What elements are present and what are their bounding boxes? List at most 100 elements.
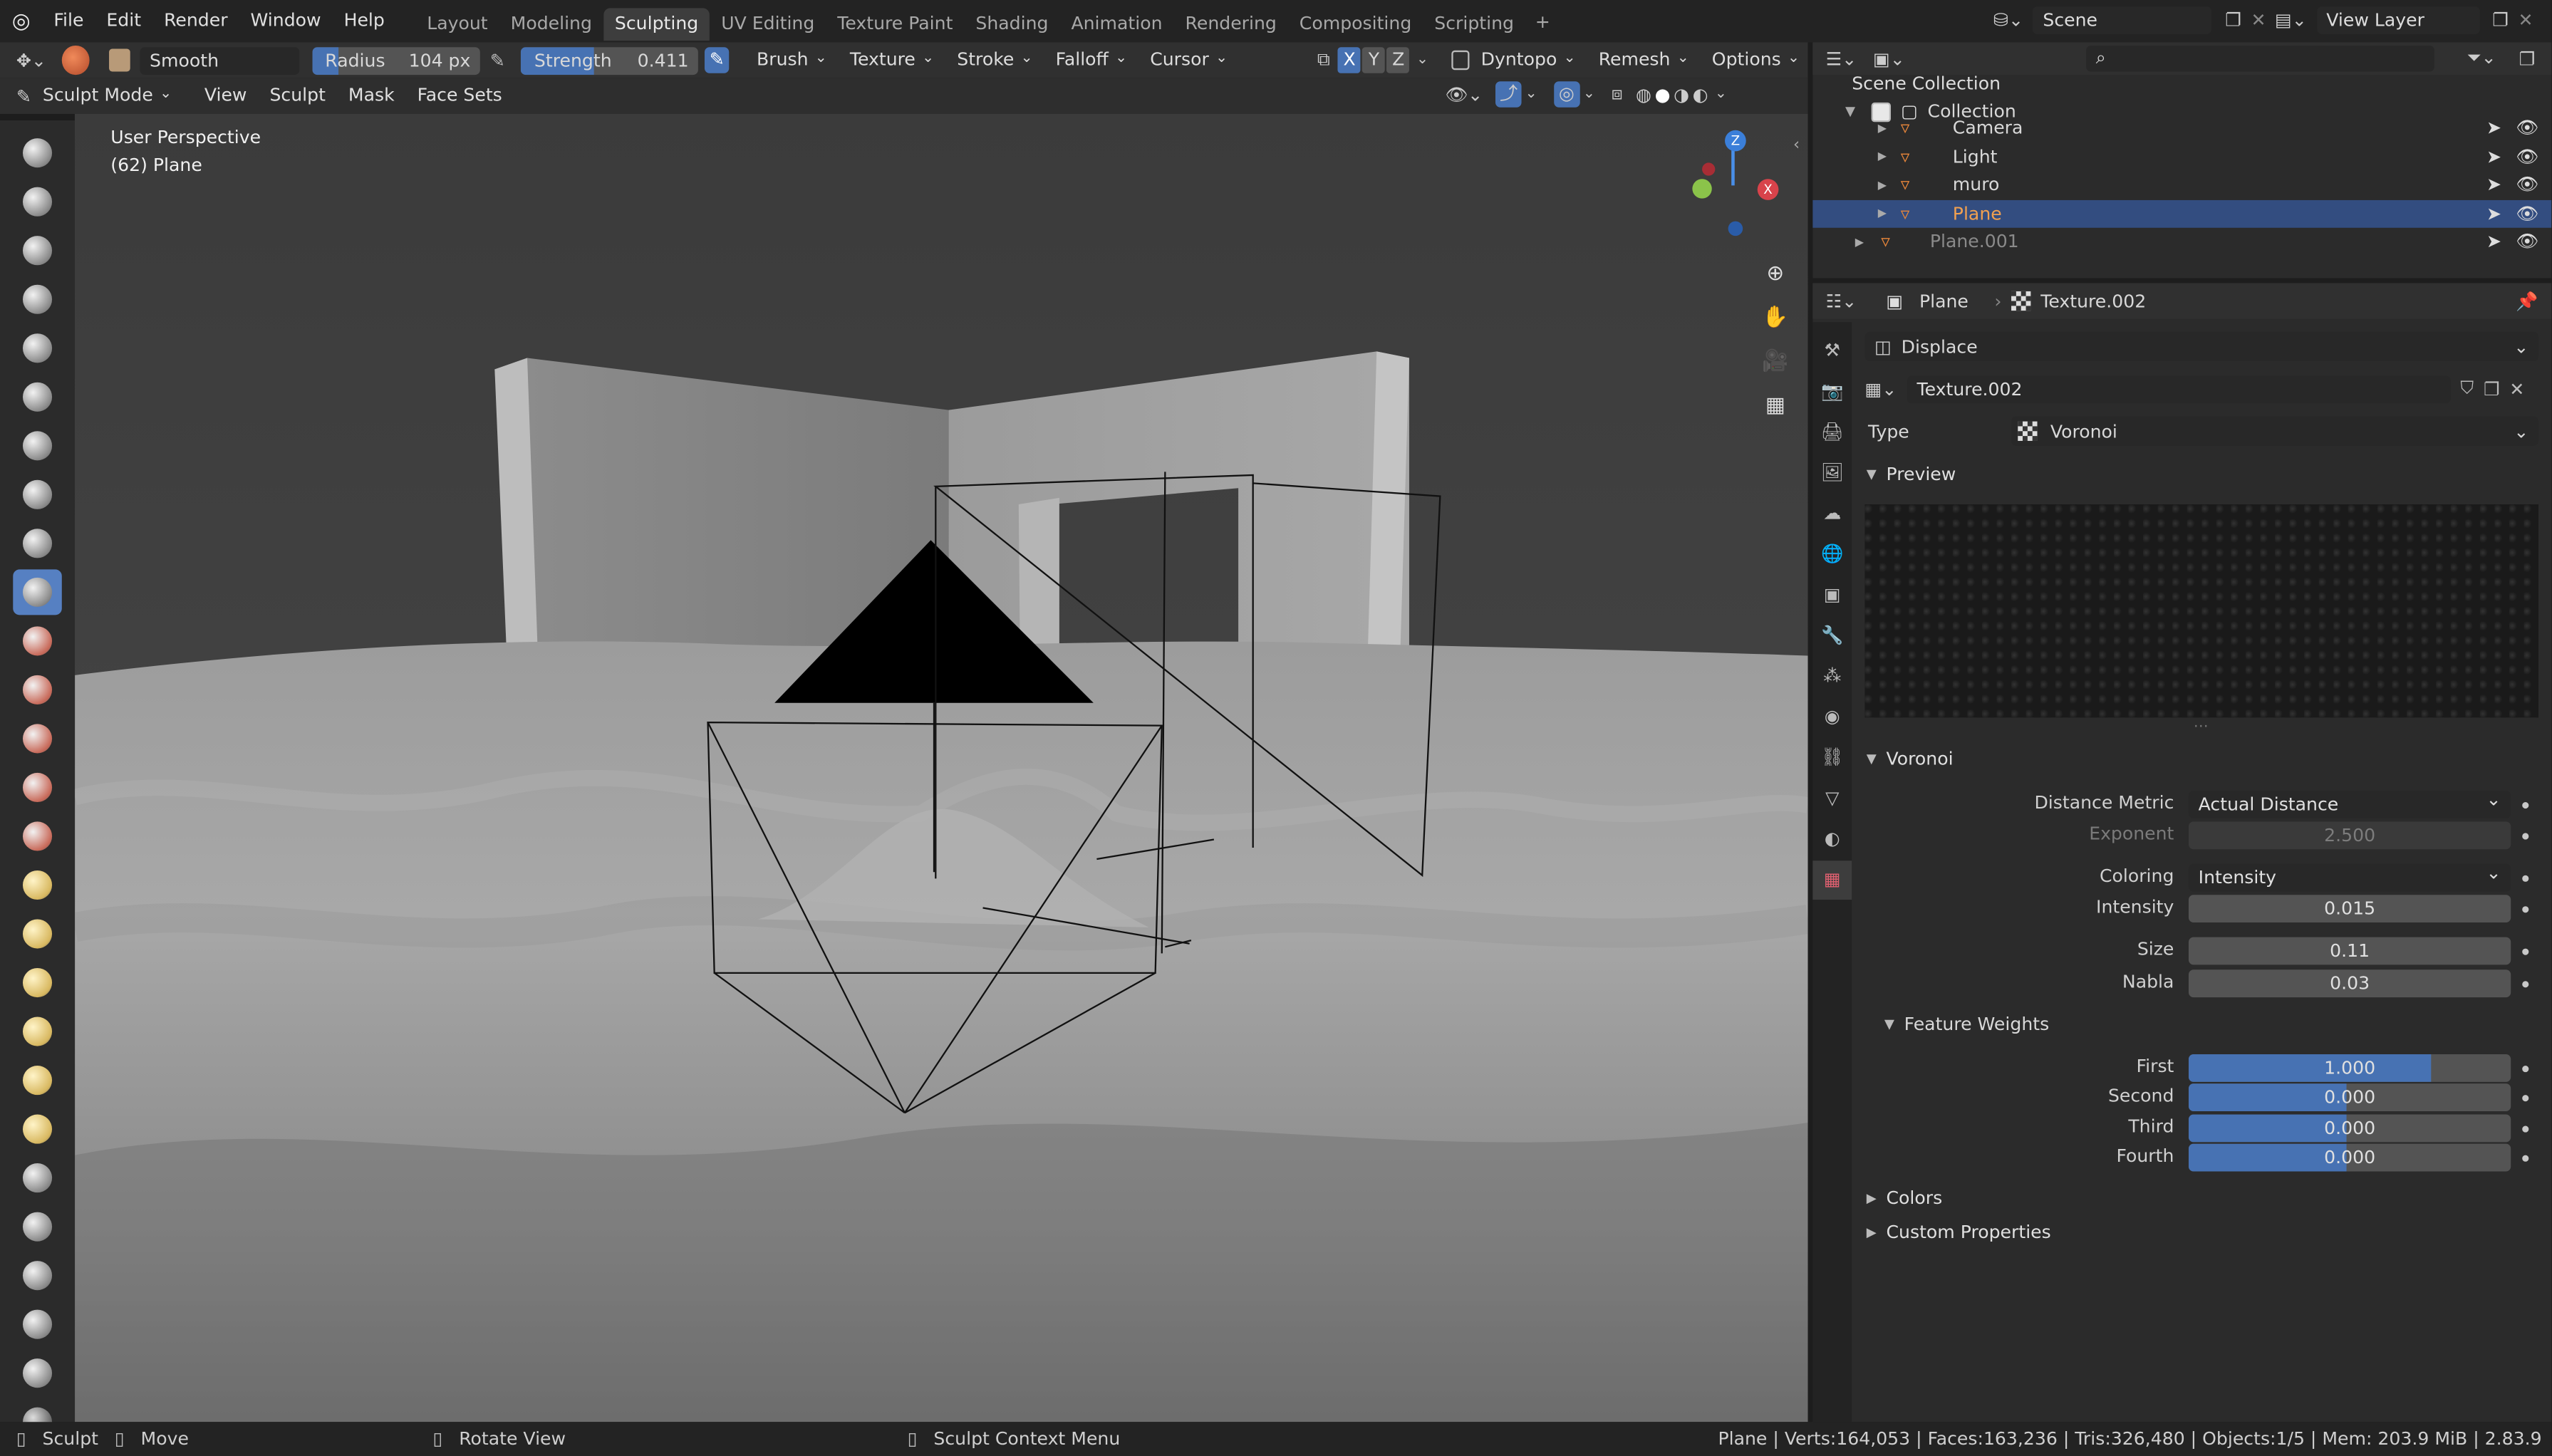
- radius-slider[interactable]: Radius 104 px: [312, 46, 481, 74]
- keyframe-dot-icon[interactable]: [2522, 875, 2529, 882]
- prop-field-intensity[interactable]: 0.015: [2188, 895, 2511, 923]
- prop-tab-physics-icon[interactable]: ◉: [1812, 698, 1852, 737]
- tab-animation[interactable]: Animation: [1059, 8, 1173, 41]
- outliner-item-plane[interactable]: ▶ ▿ Plane ➤ 👁: [1812, 199, 2552, 227]
- tab-texture-paint[interactable]: Texture Paint: [826, 8, 964, 41]
- outliner-item-camera[interactable]: ▶ ▿ Camera ➤ 👁: [1812, 114, 2551, 142]
- tool-layer-icon[interactable]: [13, 374, 62, 420]
- outliner-item-plane-001[interactable]: ▶ ▿ Plane.001 ➤ 👁: [1812, 228, 2551, 256]
- texture-browse-icon[interactable]: ▦⌄: [1864, 378, 1900, 400]
- visibility-icon[interactable]: 👁⌄: [1445, 84, 1483, 105]
- tab-shading[interactable]: Shading: [964, 8, 1059, 41]
- solid-shading-icon[interactable]: ●: [1655, 84, 1671, 105]
- prop-tab-output-icon[interactable]: 🖨: [1812, 413, 1852, 452]
- voronoi-section-header[interactable]: ▼ Voronoi: [1855, 742, 2552, 778]
- tool-nudge-icon[interactable]: [13, 1106, 62, 1152]
- zoom-icon[interactable]: ⊕: [1759, 252, 1792, 296]
- brush-preview-icon[interactable]: [62, 45, 90, 76]
- prop-tab-tool-icon[interactable]: ⚒: [1812, 332, 1852, 371]
- select-arrow-icon[interactable]: ➤: [2486, 117, 2501, 138]
- breadcrumb-texture[interactable]: Texture.002: [2040, 291, 2146, 312]
- tool-pose-icon[interactable]: [13, 1058, 62, 1103]
- tool-blob-icon[interactable]: [13, 472, 62, 517]
- tool-fill-icon[interactable]: [13, 667, 62, 712]
- remesh-dropdown[interactable]: Remesh: [1590, 46, 1697, 75]
- symmetry-icon[interactable]: ⧉: [1317, 49, 1330, 72]
- expand-arrow-icon[interactable]: ▶: [1878, 150, 1887, 162]
- options-dropdown[interactable]: Options: [1703, 46, 1807, 75]
- preview-resize-handle-icon[interactable]: ⋯: [2194, 719, 2209, 736]
- keyframe-dot-icon[interactable]: [2522, 802, 2529, 809]
- prop-tab-particles-icon[interactable]: ⁂: [1812, 657, 1852, 697]
- select-arrow-icon[interactable]: ➤: [2486, 202, 2501, 224]
- tab-scripting[interactable]: Scripting: [1423, 8, 1525, 41]
- colors-section-header[interactable]: ▶ Colors: [1855, 1181, 2552, 1217]
- symmetry-y-toggle[interactable]: Y: [1362, 47, 1386, 73]
- preview-section-header[interactable]: ▼ Preview: [1855, 457, 2552, 493]
- texture-type-dropdown[interactable]: Voronoi ⌄: [2011, 416, 2539, 446]
- x-axis-icon[interactable]: X: [1757, 179, 1779, 200]
- outliner-editor-icon[interactable]: ☰⌄: [1826, 48, 1857, 69]
- prop-field-coloring[interactable]: Intensity: [2188, 863, 2511, 892]
- sidebar-toggle-icon[interactable]: ‹: [1793, 137, 1800, 155]
- visibility-eye-icon[interactable]: 👁: [2516, 231, 2538, 252]
- custom-properties-header[interactable]: ▶ Custom Properties: [1855, 1215, 2552, 1251]
- tab-sculpting[interactable]: Sculpting: [603, 8, 710, 41]
- prop-field-distance-metric[interactable]: Actual Distance: [2188, 791, 2511, 818]
- keyframe-dot-icon[interactable]: [2522, 1125, 2529, 1133]
- axes-dropdown-icon[interactable]: ⌄: [1416, 52, 1428, 68]
- add-workspace-icon[interactable]: +: [1535, 11, 1550, 32]
- visibility-eye-icon[interactable]: 👁: [2516, 174, 2538, 195]
- scene-selector[interactable]: ⛁⌄ Scene ❐ ✕: [1993, 6, 2266, 34]
- select-arrow-icon[interactable]: ➤: [2486, 145, 2501, 167]
- navigation-gizmo[interactable]: Z X: [1686, 127, 1783, 241]
- rendered-shading-icon[interactable]: ◐: [1693, 84, 1708, 105]
- visibility-eye-icon[interactable]: 👁: [2516, 145, 2538, 167]
- prop-field-nabla[interactable]: 0.03: [2188, 969, 2511, 998]
- brush-name-field[interactable]: Smooth: [140, 46, 299, 74]
- outliner-item-muro[interactable]: ▶ ▿ muro ➤ 👁: [1812, 171, 2551, 199]
- expand-arrow-icon[interactable]: ▶: [1878, 178, 1887, 191]
- weight-slider-fourth[interactable]: 0.000: [2188, 1143, 2511, 1172]
- tool-scrape-icon[interactable]: [13, 716, 62, 761]
- keyframe-dot-icon[interactable]: [2522, 1155, 2529, 1162]
- visibility-eye-icon[interactable]: 👁: [2516, 202, 2538, 224]
- symmetry-z-toggle[interactable]: Z: [1386, 47, 1410, 73]
- weight-slider-second[interactable]: 0.000: [2188, 1083, 2511, 1111]
- z-axis-icon[interactable]: Z: [1725, 130, 1746, 152]
- prop-tab-texture-icon[interactable]: ▦: [1812, 860, 1852, 900]
- tab-uv-editing[interactable]: UV Editing: [710, 8, 826, 41]
- xray-icon[interactable]: ⧈: [1612, 83, 1623, 105]
- strength-slider[interactable]: Strength 0.411: [521, 46, 699, 74]
- overlay-icon[interactable]: ◎: [1553, 81, 1580, 108]
- pin-icon[interactable]: 📌: [2516, 291, 2538, 312]
- pan-hand-icon[interactable]: ✋: [1759, 296, 1792, 340]
- prop-tab-scene-icon[interactable]: ☁: [1812, 494, 1852, 534]
- tool-draw-icon[interactable]: [13, 130, 62, 176]
- breadcrumb-object[interactable]: Plane: [1919, 291, 1969, 312]
- keyframe-dot-icon[interactable]: [2522, 1066, 2529, 1073]
- menu-help[interactable]: Help: [333, 0, 396, 42]
- prop-tab-modifier-icon[interactable]: 🔧: [1812, 617, 1852, 656]
- dyntopo-checkbox[interactable]: [1451, 50, 1470, 71]
- menu-file[interactable]: File: [42, 0, 95, 42]
- blender-logo-icon[interactable]: ◎: [0, 0, 42, 42]
- tool-inflate-icon[interactable]: [13, 423, 62, 469]
- tool-clay-strips-icon[interactable]: [13, 276, 62, 322]
- keyframe-dot-icon[interactable]: [2522, 981, 2529, 988]
- menu-render[interactable]: Render: [152, 0, 239, 42]
- radius-pen-icon[interactable]: ✎: [490, 50, 505, 71]
- neg-x-axis-icon[interactable]: [1702, 162, 1716, 176]
- fake-user-icon[interactable]: ⛉: [2460, 378, 2474, 400]
- outliner-item-light[interactable]: ▶ ▿ Light ➤ 👁: [1812, 142, 2551, 170]
- strength-pen-icon[interactable]: ✎: [705, 47, 730, 73]
- prop-tab-material-icon[interactable]: ◐: [1812, 820, 1852, 859]
- scene-name-field[interactable]: Scene: [2033, 6, 2212, 34]
- new-view-layer-icon[interactable]: ❐: [2492, 10, 2509, 31]
- scene-render[interactable]: [75, 113, 1808, 1423]
- scene-collection-label[interactable]: Scene Collection: [1852, 73, 2001, 95]
- tool-pinch-icon[interactable]: [13, 813, 62, 859]
- expand-arrow-icon[interactable]: ▶: [1855, 235, 1864, 248]
- duplicate-icon[interactable]: ❐: [2484, 378, 2500, 400]
- editor-type-icon[interactable]: ✥⌄: [16, 50, 46, 71]
